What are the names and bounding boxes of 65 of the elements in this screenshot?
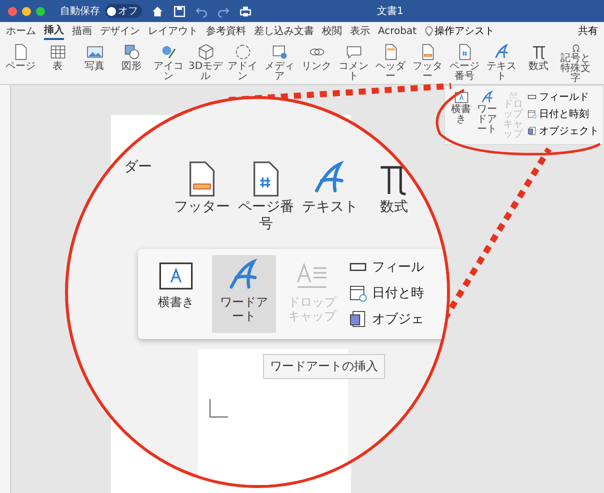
ribbon-button-label[interactable]: フッター (409, 62, 446, 82)
ribbon-button-label[interactable]: ダー (108, 159, 168, 176)
addin-icon[interactable] (234, 43, 252, 61)
ribbon-button-label[interactable]: 図形 (113, 62, 150, 72)
object-icon (348, 309, 368, 329)
ribbon-button-label[interactable]: ページ番号 (446, 62, 483, 82)
share-button[interactable]: 共有 (578, 24, 598, 38)
menu-item-label[interactable]: 横書き (152, 295, 200, 309)
ribbon-button-label[interactable]: アイコン (150, 62, 187, 82)
menu-item-label[interactable]: 日付と時 (372, 284, 424, 302)
ribbon-button-label[interactable]: コメント (335, 62, 372, 82)
shapes-icon[interactable] (122, 43, 140, 61)
ribbon-button-label[interactable]: 数式 (520, 62, 557, 72)
ribbon-button-label[interactable]: 記号と特殊文字 (557, 54, 594, 84)
ribbon-button-label[interactable]: フッター (172, 199, 232, 216)
autosave-label: 自動保存 (60, 5, 100, 18)
letter-a-icon[interactable] (480, 90, 494, 105)
cube-icon[interactable] (196, 43, 214, 61)
menu-item-label[interactable]: ワードアート (475, 105, 499, 135)
ribbon-button-label[interactable]: 3Dモデル (187, 62, 224, 82)
ribbon-tab[interactable]: レイアウト (148, 23, 198, 39)
menu-item-label[interactable]: 横書き (449, 105, 473, 125)
ribbon-button-label[interactable]: 写真 (76, 62, 113, 72)
ribbon-button-label[interactable]: 表 (39, 62, 76, 72)
ribbon-tab[interactable]: 描画 (72, 23, 92, 39)
ribbon-tab[interactable]: デザイン (100, 23, 140, 39)
lightbulb-icon (424, 26, 433, 36)
ribbon-tab[interactable]: 校閲 (322, 23, 342, 39)
menu-item-label[interactable]: オブジェ (372, 310, 424, 328)
tooltip: ワードアートの挿入 (263, 354, 385, 379)
ribbon-tab[interactable]: 差し込み文書 (254, 23, 314, 39)
menu-item-label[interactable]: オブジェクト (539, 124, 599, 138)
maximize-icon[interactable] (36, 6, 45, 16)
table-icon[interactable] (48, 43, 66, 61)
ribbon-tab[interactable]: ホーム (6, 23, 36, 39)
ribbon-button-label[interactable]: テキスト (300, 199, 360, 216)
ribbon-button-label[interactable]: 数式 (364, 199, 424, 216)
ribbon-button-label[interactable]: ページ (2, 62, 39, 72)
ribbon-tab[interactable]: 表示 (350, 23, 370, 39)
ribbon-button-label[interactable]: メディア (261, 62, 298, 82)
ribbon-tab[interactable]: 参考資料 (206, 23, 246, 39)
menu-item-label[interactable]: フィールド (539, 90, 589, 104)
autosave-toggle[interactable]: オフ (105, 4, 142, 18)
ribbon-tab[interactable]: Acrobat (378, 24, 417, 38)
media-icon[interactable] (270, 43, 288, 61)
object-icon (527, 126, 537, 136)
save-icon[interactable] (173, 4, 186, 18)
assist-search[interactable]: 操作アシスト (434, 24, 495, 38)
ribbon-button-label[interactable]: リンク (298, 62, 335, 72)
field-icon (527, 92, 537, 102)
calendar-icon (527, 109, 537, 119)
margin-corner-icon (208, 399, 228, 419)
ribbon-button-label[interactable]: テキスト (483, 62, 520, 82)
print-icon[interactable] (239, 4, 252, 18)
ribbon-button-label[interactable]: ページ番号 (236, 199, 296, 233)
menu-item-label[interactable]: 日付と時刻 (539, 107, 589, 121)
minimize-icon[interactable] (22, 6, 31, 16)
icons-icon[interactable] (160, 43, 178, 61)
window-title: 文書1 (377, 4, 404, 18)
ribbon-button-label[interactable]: アドイン (224, 62, 261, 82)
home-icon[interactable] (151, 4, 164, 18)
menu-item-label[interactable]: フィール (372, 258, 424, 276)
letter-a-icon[interactable] (492, 43, 510, 61)
ribbon-button-label[interactable]: ヘッダー (372, 62, 409, 82)
calendar-icon (348, 283, 368, 303)
